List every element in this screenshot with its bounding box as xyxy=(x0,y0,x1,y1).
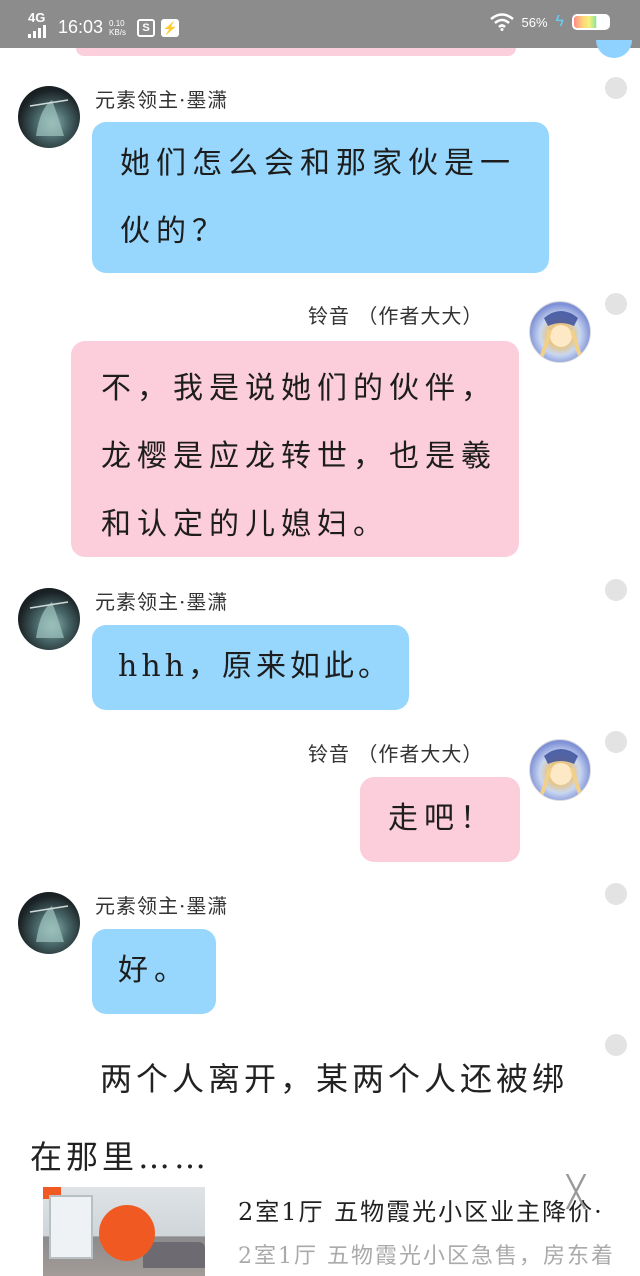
network-speed: 0.10 KB/s xyxy=(109,18,126,37)
avatar-lingyin[interactable] xyxy=(529,739,591,801)
wifi-icon xyxy=(489,13,514,31)
avatar-moxiao[interactable] xyxy=(18,86,80,148)
close-icon[interactable]: ╳ xyxy=(562,1178,590,1208)
speaker-name: 元素领主·墨潇 xyxy=(95,88,229,112)
app-notification-icon: S xyxy=(137,18,156,37)
sofa-image xyxy=(143,1242,205,1268)
message-line: hhh，原来如此。 xyxy=(118,649,392,684)
chat-bubble[interactable]: 好。 xyxy=(92,929,216,1014)
network-type: 4G xyxy=(28,10,46,25)
chat-bubble[interactable]: 走吧！ xyxy=(360,777,520,862)
speaker-name: 铃音 （作者大大） xyxy=(308,304,484,328)
message-indicator-dot[interactable] xyxy=(605,731,627,753)
message-indicator-dot[interactable] xyxy=(605,293,627,315)
speaker-name: 铃音 （作者大大） xyxy=(308,742,484,766)
signal-icon xyxy=(28,24,46,38)
message-line: 和认定的儿媳妇。 xyxy=(101,507,389,542)
message-line: 不，我是说她们的伙伴， xyxy=(101,371,497,406)
chat-bubble[interactable]: 她们怎么会和那家伙是一 伙的？ xyxy=(92,122,549,273)
previous-bubble-edge xyxy=(76,48,516,56)
status-bar: 4G 16:03 0.10 KB/s S ⚡ 56% ϟ xyxy=(0,0,640,48)
message-line: 她们怎么会和那家伙是一 xyxy=(120,146,516,181)
logo-badge xyxy=(99,1205,155,1261)
paragraph-indicator-dot[interactable] xyxy=(605,1034,627,1056)
avatar-moxiao[interactable] xyxy=(18,892,80,954)
battery-icon xyxy=(572,14,610,30)
window-image xyxy=(49,1195,93,1259)
speaker-name: 元素领主·墨潇 xyxy=(95,894,229,918)
narration-paragraph: 两个人离开，某两个人还被绑 在那里…… xyxy=(30,1040,590,1196)
chat-bubble[interactable]: 不，我是说她们的伙伴， 龙樱是应龙转世，也是羲 和认定的儿媳妇。 xyxy=(71,341,519,557)
ad-thumbnail[interactable] xyxy=(43,1187,205,1276)
message-line: 伙的？ xyxy=(120,214,228,249)
ad-title[interactable]: 2室1厅 五物霞光小区业主降价· xyxy=(238,1192,604,1227)
charging-icon: ϟ xyxy=(555,13,564,30)
narration-line: 两个人离开，某两个人还被绑 xyxy=(100,1060,569,1098)
message-line: 龙樱是应龙转世，也是羲 xyxy=(101,439,497,474)
ad-banner[interactable]: 2室1厅 五物霞光小区业主降价· 2室1厅 五物霞光小区急售，房东着 ╳ xyxy=(0,1178,640,1276)
ad-subtitle[interactable]: 2室1厅 五物霞光小区急售，房东着 xyxy=(238,1238,615,1270)
avatar-moxiao[interactable] xyxy=(18,588,80,650)
clock: 16:03 xyxy=(58,17,104,37)
avatar-lingyin[interactable] xyxy=(529,301,591,363)
flash-notification-icon: ⚡ xyxy=(161,18,180,37)
message-line: 好。 xyxy=(118,953,190,988)
speaker-name: 元素领主·墨潇 xyxy=(95,590,229,614)
chat-bubble[interactable]: hhh，原来如此。 xyxy=(92,625,409,710)
message-indicator-dot[interactable] xyxy=(605,579,627,601)
message-indicator-dot[interactable] xyxy=(605,77,627,99)
message-line: 走吧！ xyxy=(388,801,496,836)
previous-indicator xyxy=(596,40,632,58)
battery-percent: 56% xyxy=(521,14,548,30)
message-indicator-dot[interactable] xyxy=(605,883,627,905)
